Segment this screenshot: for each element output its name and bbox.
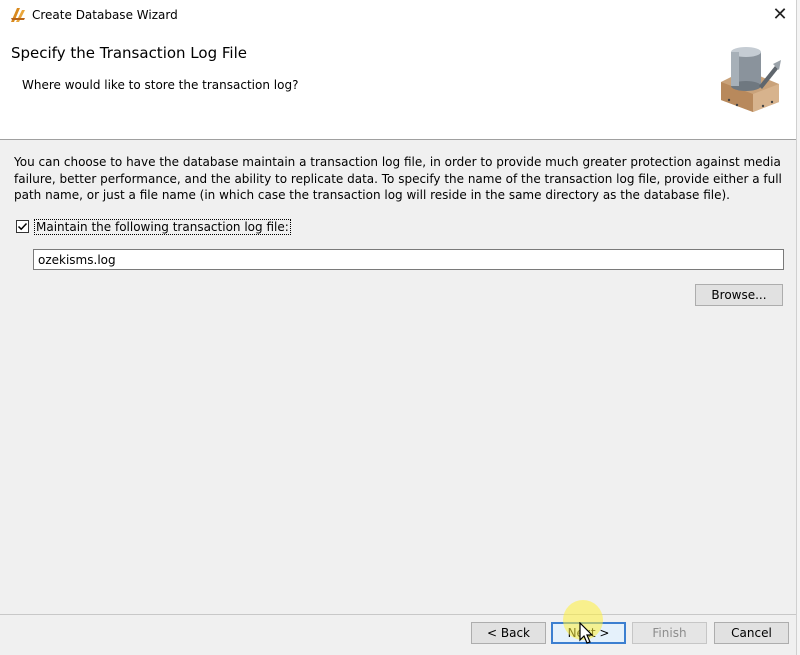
description-text: You can choose to have the database main… (14, 155, 782, 202)
cancel-button[interactable]: Cancel (714, 622, 789, 644)
close-icon[interactable]: ✕ (766, 2, 794, 28)
maintain-log-checkbox[interactable] (16, 220, 29, 233)
window-edge (796, 0, 800, 655)
browse-label: Browse... (711, 288, 767, 302)
back-button[interactable]: < Back (471, 622, 546, 644)
wizard-header: Specify the Transaction Log File Where w… (0, 30, 796, 139)
browse-button[interactable]: Browse... (695, 284, 783, 306)
log-file-input[interactable] (33, 249, 784, 270)
maintain-log-label[interactable]: Maintain the following transaction log f… (34, 219, 291, 235)
finish-button: Finish (632, 622, 707, 644)
app-icon (11, 8, 25, 22)
page-title: Specify the Transaction Log File (11, 44, 247, 62)
title-bar: Create Database Wizard ✕ (0, 0, 800, 30)
checkmark-icon (17, 222, 28, 231)
wizard-footer: < Back Next > Finish Cancel (0, 615, 796, 655)
wizard-content: You can choose to have the database main… (0, 140, 796, 614)
page-subtitle: Where would like to store the transactio… (22, 78, 299, 92)
window-title: Create Database Wizard (32, 8, 178, 22)
database-icon (721, 47, 781, 112)
mouse-cursor-icon (579, 622, 594, 644)
